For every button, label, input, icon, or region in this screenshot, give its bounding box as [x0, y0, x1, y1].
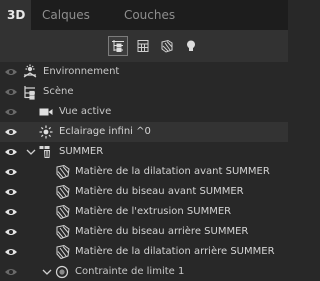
visibility-eye-icon[interactable] — [4, 147, 18, 157]
filter-materials-button[interactable] — [157, 36, 177, 56]
camera-icon — [39, 108, 53, 116]
tree-item-label: Matière du biseau avant SUMMER — [75, 186, 244, 197]
visibility-eye-icon[interactable] — [4, 127, 18, 137]
tree-item-label: Eclairage infini ^0 — [59, 126, 151, 137]
material-icon — [56, 204, 70, 220]
material-icon — [56, 164, 70, 180]
visibility-eye-icon[interactable] — [4, 67, 18, 77]
visibility-eye-icon[interactable] — [4, 107, 18, 117]
visibility-eye-icon[interactable] — [4, 267, 18, 277]
panel-tabs: 3D Calques Couches — [0, 0, 288, 30]
visibility-eye-icon[interactable] — [4, 87, 18, 97]
filter-lights-icon — [187, 40, 195, 51]
tab-calques[interactable]: Calques — [31, 0, 100, 30]
material-icon — [56, 224, 70, 240]
tree-item-label: Vue active — [59, 106, 112, 117]
visibility-eye-icon[interactable] — [4, 187, 18, 197]
visibility-eye-icon[interactable] — [4, 247, 18, 257]
infinite-light-icon — [39, 125, 53, 139]
tree-item-label: Scène — [43, 86, 74, 97]
tree-item-scene[interactable]: Scène — [0, 82, 288, 102]
filter-toolbar — [0, 30, 288, 62]
visibility-eye-icon[interactable] — [4, 167, 18, 177]
visibility-eye-icon[interactable] — [4, 207, 18, 217]
chevron-down-icon[interactable] — [41, 266, 53, 278]
material-icon — [56, 184, 70, 200]
tree-item-material[interactable]: Matière de l'extrusion SUMMER — [0, 202, 288, 222]
tree-item-label: Matière de la dilatation avant SUMMER — [75, 166, 270, 177]
tab-3d[interactable]: 3D — [0, 0, 31, 30]
visibility-eye-icon[interactable] — [4, 227, 18, 237]
environment-icon — [23, 64, 37, 78]
tree-item-material[interactable]: Matière de la dilatation arrière SUMMER — [0, 242, 288, 262]
tree-item-label: Matière de la dilatation arrière SUMMER — [75, 246, 275, 257]
tree-item-label: SUMMER — [59, 146, 104, 157]
tree-item-label: Environnement — [43, 66, 120, 77]
tab-couches[interactable]: Couches — [100, 0, 185, 30]
tree-item-environnement[interactable]: Environnement — [0, 62, 288, 82]
mesh-icon — [39, 146, 50, 158]
tree-item-contrainte[interactable]: Contrainte de limite 1 — [0, 262, 288, 281]
tree-item-label: Matière de l'extrusion SUMMER — [75, 206, 232, 217]
filter-whole-scene-icon — [112, 40, 124, 52]
chevron-down-icon[interactable] — [25, 146, 37, 158]
tree-item-label: Contrainte de limite 1 — [75, 266, 185, 277]
filter-materials-icon — [161, 39, 173, 53]
constraint-icon — [55, 265, 69, 279]
scene-icon — [24, 86, 35, 100]
tree-item-vue-active[interactable]: Vue active — [0, 102, 288, 122]
tree-item-label: Matière du biseau arrière SUMMER — [75, 226, 249, 237]
tree-item-summer[interactable]: SUMMER — [0, 142, 288, 162]
filter-meshes-icon — [137, 40, 149, 52]
scene-tree: Environnement Scène Vue active Eclairage… — [0, 62, 288, 281]
filter-meshes-button[interactable] — [133, 36, 153, 56]
tree-item-material[interactable]: Matière de la dilatation avant SUMMER — [0, 162, 288, 182]
filter-whole-scene-button[interactable] — [108, 36, 128, 56]
tree-item-material[interactable]: Matière du biseau arrière SUMMER — [0, 222, 288, 242]
tree-item-material[interactable]: Matière du biseau avant SUMMER — [0, 182, 288, 202]
filter-lights-button[interactable] — [181, 36, 201, 56]
material-icon — [56, 244, 70, 260]
tree-item-eclairage-infini[interactable]: Eclairage infini ^0 — [0, 122, 288, 142]
